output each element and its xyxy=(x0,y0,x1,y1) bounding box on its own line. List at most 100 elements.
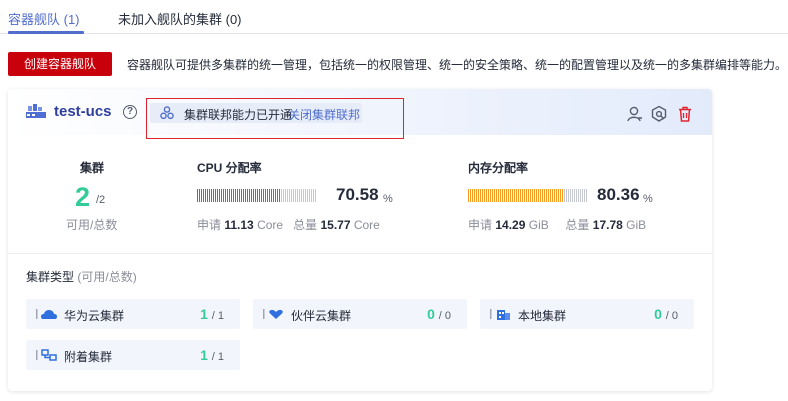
memory-bar-filled-segment xyxy=(524,189,525,202)
memory-bar-filled-segment xyxy=(516,189,517,202)
cpu-bar-empty-segment xyxy=(287,189,288,202)
memory-total-unit: GiB xyxy=(626,218,647,232)
cpu-bar-filled-segment xyxy=(261,189,262,202)
cpu-bar-filled-segment xyxy=(259,189,260,202)
memory-bar-filled-segment xyxy=(492,189,493,202)
delete-icon[interactable] xyxy=(676,105,694,123)
clusters-available-label: 可用/总数 xyxy=(66,218,118,232)
memory-bar-filled-segment xyxy=(468,189,469,202)
cpu-bar-filled-segment xyxy=(203,189,204,202)
policy-settings-icon[interactable] xyxy=(650,105,668,123)
memory-bar-filled-segment xyxy=(552,189,553,202)
cpu-bar-empty-segment xyxy=(313,189,314,202)
memory-bar-filled-segment xyxy=(546,189,547,202)
memory-bar-filled-segment xyxy=(526,189,527,202)
memory-bar-filled-segment xyxy=(556,189,557,202)
memory-bar-filled-segment xyxy=(542,189,543,202)
cpu-bar-filled-segment xyxy=(239,189,240,202)
memory-bar-filled-segment xyxy=(472,189,473,202)
memory-bar-filled-segment xyxy=(532,189,533,202)
cpu-bar-filled-segment xyxy=(263,189,264,202)
cluster-type-partner[interactable]: 伙伴云集群 0 / 0 xyxy=(253,299,467,329)
create-fleet-button[interactable]: 创建容器舰队 xyxy=(8,52,112,76)
cpu-bar-filled-segment xyxy=(229,189,230,202)
cpu-request-unit: Core xyxy=(257,218,284,232)
cpu-request-value: 11.13 xyxy=(224,218,254,232)
cpu-bar-filled-segment xyxy=(271,189,272,202)
memory-bar-filled-segment xyxy=(528,189,529,202)
cpu-bar-empty-segment xyxy=(301,189,302,202)
cpu-bar-filled-segment xyxy=(207,189,208,202)
cluster-type-count: 1 / 1 xyxy=(200,306,224,322)
cluster-type-attached[interactable]: 附着集群 1 / 1 xyxy=(26,340,240,370)
tab-unjoined-clusters[interactable]: 未加入舰队的集群 (0) xyxy=(118,9,242,28)
tab-fleets[interactable]: 容器舰队 (1) xyxy=(8,9,80,28)
cpu-percent-unit: % xyxy=(383,193,393,205)
memory-bar-filled-segment xyxy=(538,189,539,202)
cluster-type-huawei[interactable]: 华为云集群 1 / 1 xyxy=(26,299,240,329)
cpu-request-total: 申请 11.13 Core 总量 15.77 Core xyxy=(197,216,380,233)
memory-bar-empty-segment xyxy=(566,189,567,202)
cpu-bar-filled-segment xyxy=(201,189,202,202)
memory-bar-filled-segment xyxy=(562,189,563,202)
cpu-bar-filled-segment xyxy=(267,189,268,202)
memory-bar-filled-segment xyxy=(482,189,483,202)
cpu-bar-empty-segment xyxy=(297,189,298,202)
memory-bar-filled-segment xyxy=(500,189,501,202)
memory-bar-filled-segment xyxy=(558,189,559,202)
cluster-type-local[interactable]: 本地集群 0 / 0 xyxy=(480,299,694,329)
cpu-bar-filled-segment xyxy=(257,189,258,202)
cluster-type-total: / 1 xyxy=(211,310,224,322)
cpu-bar-empty-segment xyxy=(315,189,316,202)
memory-bar-filled-segment xyxy=(470,189,471,202)
memory-request-unit: GiB xyxy=(528,218,549,232)
cluster-type-name: 华为云集群 xyxy=(64,309,125,323)
memory-bar-empty-segment xyxy=(578,189,579,202)
cpu-bar-filled-segment xyxy=(253,189,254,202)
cpu-bar-filled-segment xyxy=(269,189,270,202)
memory-bar-filled-segment xyxy=(514,189,515,202)
fleet-icon xyxy=(26,104,46,118)
memory-bar-filled-segment xyxy=(530,189,531,202)
cpu-bar-empty-segment xyxy=(283,189,284,202)
memory-bar-filled-segment xyxy=(486,189,487,202)
cpu-bar-filled-segment xyxy=(211,189,212,202)
memory-total-value: 17.78 xyxy=(592,218,623,232)
cpu-bar-filled-segment xyxy=(213,189,214,202)
cpu-request-label: 申请 xyxy=(197,218,222,232)
memory-bar-empty-segment xyxy=(564,189,565,202)
memory-bar-filled-segment xyxy=(554,189,555,202)
cpu-bar-filled-segment xyxy=(197,189,198,202)
cpu-bar-empty-segment xyxy=(309,189,310,202)
cpu-bar-filled-segment xyxy=(241,189,242,202)
memory-request-label: 申请 xyxy=(468,218,493,232)
memory-bar-filled-segment xyxy=(494,189,495,202)
cluster-type-available: 0 xyxy=(427,306,435,322)
active-tab-indicator xyxy=(8,31,84,34)
cpu-bar-filled-segment xyxy=(237,189,238,202)
clusters-available: 2 xyxy=(75,182,91,212)
cpu-bar-empty-segment xyxy=(295,189,296,202)
memory-bar-empty-segment xyxy=(572,189,573,202)
cpu-total-unit: Core xyxy=(353,218,380,232)
cpu-bar-filled-segment xyxy=(217,189,218,202)
memory-bar-filled-segment xyxy=(544,189,545,202)
clusters-total: /2 xyxy=(96,194,106,206)
cpu-bar-filled-segment xyxy=(215,189,216,202)
help-icon[interactable]: ? xyxy=(123,105,137,119)
fleet-name[interactable]: test-ucs xyxy=(54,103,112,120)
user-permission-icon[interactable] xyxy=(626,105,644,123)
memory-bar-filled-segment xyxy=(484,189,485,202)
memory-bar-empty-segment xyxy=(586,189,587,202)
cpu-bar-filled-segment xyxy=(255,189,256,202)
cpu-total-value: 15.77 xyxy=(320,218,351,232)
fleet-card: test-ucs ? 集群联邦能力已开通 关闭集群联邦 集群 2 /2 可用/总… xyxy=(8,89,712,391)
cloud-icon xyxy=(36,309,57,319)
memory-bar-filled-segment xyxy=(520,189,521,202)
memory-bar-filled-segment xyxy=(506,189,507,202)
memory-bar-filled-segment xyxy=(496,189,497,202)
memory-percent-unit: % xyxy=(643,193,653,205)
cpu-bar-filled-segment xyxy=(245,189,246,202)
cpu-bar-filled-segment xyxy=(249,189,250,202)
cpu-bar-filled-segment xyxy=(209,189,210,202)
